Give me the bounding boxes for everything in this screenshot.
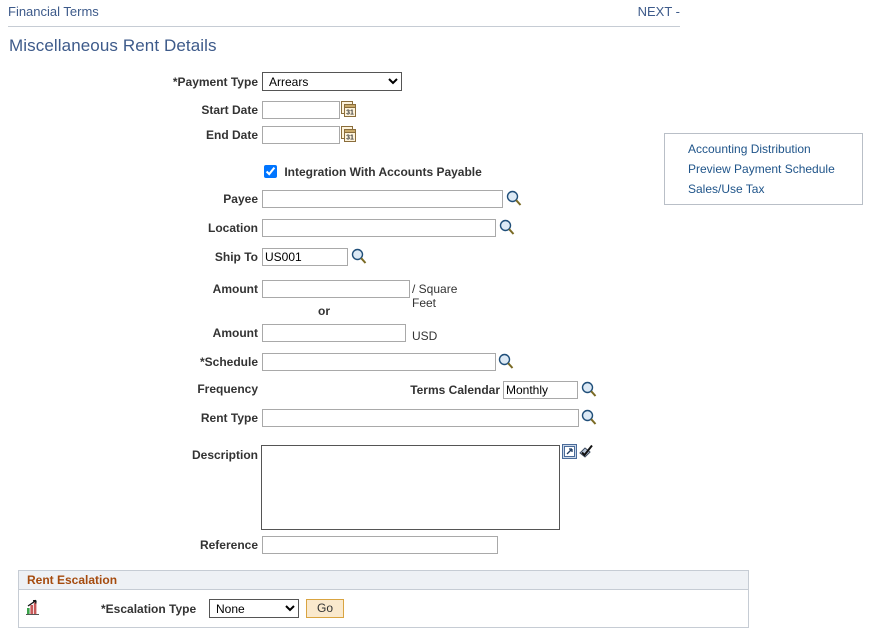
magnifier-icon[interactable] — [351, 248, 367, 265]
frequency-label: Frequency — [100, 382, 258, 396]
terms-calendar-label: Terms Calendar — [340, 383, 500, 397]
payee-label: Payee — [100, 192, 258, 206]
end-date-label: End Date — [100, 128, 258, 142]
ship-to-label: Ship To — [100, 250, 258, 264]
amount-per-sqft-input[interactable] — [262, 280, 410, 298]
payment-type-select[interactable]: ArrearsAdvance — [262, 72, 402, 91]
magnifier-icon[interactable] — [498, 353, 514, 370]
start-date-input[interactable] — [262, 101, 340, 119]
go-button[interactable]: Go — [306, 599, 344, 618]
start-date-label: Start Date — [100, 103, 258, 117]
escalation-type-select[interactable]: NoneIndexPercentageAmount — [209, 599, 299, 618]
breadcrumb-financial-terms[interactable]: Financial Terms — [8, 4, 99, 19]
description-textarea[interactable] — [261, 445, 560, 530]
link-preview-payment-schedule[interactable]: Preview Payment Schedule — [688, 159, 862, 179]
amount-per-sqft-label: Amount — [100, 282, 258, 296]
location-label: Location — [100, 221, 258, 235]
location-input[interactable] — [262, 219, 496, 237]
magnifier-icon[interactable] — [506, 190, 522, 207]
reference-label: Reference — [100, 538, 258, 552]
link-sales-use-tax[interactable]: Sales/Use Tax — [688, 179, 862, 199]
calendar-icon[interactable]: 31 — [341, 126, 356, 142]
rent-type-input[interactable] — [262, 409, 579, 427]
terms-calendar-input[interactable] — [503, 381, 578, 399]
integration-ap-label: Integration With Accounts Payable — [284, 165, 481, 179]
amount-total-label: Amount — [100, 326, 258, 340]
schedule-input[interactable] — [262, 353, 496, 371]
rent-escalation-section: Rent Escalation *Escalation Type NoneInd… — [18, 570, 749, 628]
calendar-icon[interactable]: 31 — [341, 101, 356, 117]
amount-total-input[interactable] — [262, 324, 406, 342]
related-links-panel: Accounting Distribution Preview Payment … — [664, 133, 863, 205]
payment-type-label: *Payment Type — [100, 75, 258, 89]
magnifier-icon[interactable] — [581, 381, 597, 398]
integration-ap-row[interactable]: Integration With Accounts Payable — [264, 165, 482, 179]
expand-popup-icon[interactable] — [562, 444, 577, 459]
link-accounting-distribution[interactable]: Accounting Distribution — [688, 139, 862, 159]
spell-check-icon[interactable] — [578, 443, 595, 460]
svg-text:31: 31 — [346, 135, 354, 142]
next-link[interactable]: NEXT - — [638, 4, 680, 19]
payee-input[interactable] — [262, 190, 503, 208]
schedule-label: *Schedule — [100, 355, 258, 369]
svg-text:31: 31 — [346, 110, 354, 117]
or-separator: or — [318, 304, 330, 318]
breadcrumb-bar: Financial Terms NEXT - — [8, 4, 680, 27]
magnifier-icon[interactable] — [581, 409, 597, 426]
amount-per-sqft-suffix: / Square Feet — [412, 282, 462, 310]
reference-input[interactable] — [262, 536, 498, 554]
escalation-type-label: *Escalation Type — [101, 602, 196, 616]
rent-type-label: Rent Type — [100, 411, 258, 425]
page-title: Miscellaneous Rent Details — [9, 36, 217, 56]
integration-ap-checkbox[interactable] — [264, 165, 277, 178]
bar-chart-icon[interactable] — [24, 599, 41, 616]
amount-total-suffix: USD — [412, 329, 437, 343]
description-label: Description — [100, 448, 258, 462]
magnifier-icon[interactable] — [499, 219, 515, 236]
ship-to-input[interactable] — [262, 248, 348, 266]
end-date-input[interactable] — [262, 126, 340, 144]
rent-escalation-title: Rent Escalation — [27, 573, 117, 587]
rent-escalation-header: Rent Escalation — [19, 571, 748, 590]
